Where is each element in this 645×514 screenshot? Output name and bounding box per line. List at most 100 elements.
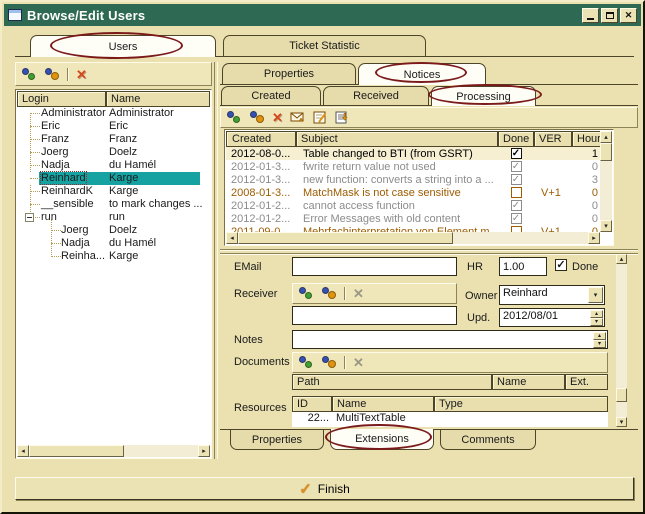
tree-row[interactable]: Nadja du Hamél: [17, 159, 210, 172]
tab-processing[interactable]: Processing: [431, 86, 536, 106]
tree-row[interactable]: Franz Franz: [17, 133, 210, 146]
delete-document-icon[interactable]: ✕: [353, 356, 364, 369]
tree-row[interactable]: Reinhard Karge: [17, 172, 210, 185]
scroll-right-icon[interactable]: ▸: [588, 232, 600, 244]
maximize-button[interactable]: [601, 8, 618, 23]
tree-row[interactable]: Administrator Administrator: [17, 107, 210, 120]
scroll-down-icon[interactable]: ▾: [616, 417, 627, 427]
spin-down-icon[interactable]: ▾: [593, 340, 606, 348]
scroll-up-icon[interactable]: ▴: [600, 131, 612, 143]
col-subject[interactable]: Subject: [296, 131, 498, 147]
col-hours[interactable]: Hours: [572, 131, 602, 147]
table-row[interactable]: 2012-01-2... cannot access function ✓ 0: [226, 199, 602, 212]
col-res-name[interactable]: Name: [332, 396, 434, 412]
delete-user-icon[interactable]: ✕: [76, 68, 87, 81]
scroll-thumb[interactable]: [616, 388, 627, 402]
collapse-icon[interactable]: [25, 213, 34, 222]
tab-properties-right[interactable]: Properties: [222, 63, 356, 84]
pick-user-icon[interactable]: [44, 68, 60, 81]
col-created[interactable]: Created: [226, 131, 296, 147]
pick-receiver-icon[interactable]: [321, 287, 337, 300]
table-row[interactable]: 2008-01-3... MatchMask is not case sensi…: [226, 186, 602, 199]
tree-column-login[interactable]: Login: [17, 91, 106, 107]
scroll-left-icon[interactable]: ◂: [17, 445, 29, 457]
tree-row[interactable]: Joerg Doelz: [17, 224, 210, 237]
tree-column-name[interactable]: Name: [106, 91, 210, 107]
finish-button[interactable]: ✓ Finish: [15, 477, 634, 500]
tab-extensions[interactable]: Extensions: [330, 429, 434, 450]
scroll-thumb[interactable]: [29, 445, 124, 457]
notices-hscrollbar[interactable]: ◂ ▸: [226, 232, 600, 244]
form-vscrollbar[interactable]: ▴ ▾: [616, 254, 627, 427]
hr-field[interactable]: [499, 257, 547, 276]
scroll-up-icon[interactable]: ▴: [616, 254, 627, 264]
close-button[interactable]: ✕: [620, 8, 637, 23]
resource-row[interactable]: 22... MultiTextTable: [292, 412, 608, 425]
tree-row[interactable]: run run: [17, 211, 210, 224]
minimize-button[interactable]: [582, 8, 599, 23]
tree-row[interactable]: ReinhardK Karge: [17, 185, 210, 198]
tab-properties-bottom[interactable]: Properties: [230, 430, 324, 450]
delete-receiver-icon[interactable]: ✕: [353, 287, 364, 300]
tab-ticket-statistic[interactable]: Ticket Statistic: [223, 35, 426, 56]
col-ext[interactable]: Ext.: [565, 374, 608, 390]
scroll-right-icon[interactable]: ▸: [198, 445, 210, 457]
tab-created[interactable]: Created: [221, 86, 321, 105]
table-row[interactable]: 2012-01-3... new function: converts a st…: [226, 173, 602, 186]
notices-vscrollbar[interactable]: ▴ ▾: [600, 131, 612, 232]
receiver-field[interactable]: [292, 306, 457, 325]
mail-icon[interactable]: [290, 111, 306, 124]
spin-up-icon[interactable]: ▴: [593, 332, 606, 340]
tree-row[interactable]: Eric Eric: [17, 120, 210, 133]
col-doc-name[interactable]: Name: [492, 374, 565, 390]
report-icon[interactable]: [335, 111, 350, 124]
pick-document-icon[interactable]: [321, 356, 337, 369]
done-checkbox[interactable]: ✓: [555, 259, 567, 271]
table-row[interactable]: 2012-08-0... Table changed to BTI (from …: [226, 147, 602, 160]
done-checkbox[interactable]: ✓: [511, 174, 522, 185]
tree-row[interactable]: Joerg Doelz: [17, 146, 210, 159]
scroll-track[interactable]: [453, 232, 588, 244]
done-checkbox[interactable]: ✓: [511, 148, 522, 159]
notice-form-splitter[interactable]: [220, 249, 638, 254]
spin-down-icon[interactable]: ▾: [590, 318, 603, 326]
table-row[interactable]: 2012-01-3... fwrite return value not use…: [226, 160, 602, 173]
col-ver[interactable]: VER: [534, 131, 572, 147]
add-notice-icon[interactable]: [226, 111, 242, 124]
col-done[interactable]: Done: [498, 131, 534, 147]
add-user-icon[interactable]: [21, 68, 37, 81]
done-checkbox[interactable]: ✓: [511, 161, 522, 172]
notes-scroll[interactable]: ▴ ▾: [593, 332, 606, 347]
notes-field[interactable]: ▴ ▾: [292, 330, 608, 349]
add-document-icon[interactable]: [298, 356, 314, 369]
scroll-thumb[interactable]: [238, 232, 453, 244]
scroll-left-icon[interactable]: ◂: [226, 232, 238, 244]
tree-row[interactable]: Nadja du Hamél: [17, 237, 210, 250]
chevron-down-icon[interactable]: ▾: [588, 287, 603, 303]
edit-notice-icon[interactable]: [313, 111, 328, 124]
spin-up-icon[interactable]: ▴: [590, 310, 603, 318]
tab-users[interactable]: Users: [30, 35, 216, 57]
scroll-down-icon[interactable]: ▾: [600, 220, 612, 232]
tab-received[interactable]: Received: [323, 86, 429, 105]
scroll-thumb[interactable]: [600, 143, 612, 161]
tab-comments[interactable]: Comments: [440, 430, 536, 450]
upd-spinner[interactable]: ▴ ▾: [590, 310, 603, 325]
col-type[interactable]: Type: [434, 396, 608, 412]
tree-hscrollbar[interactable]: ◂ ▸: [17, 445, 210, 457]
tree-row[interactable]: Reinha... Karge: [17, 250, 210, 263]
owner-combobox[interactable]: Reinhard ▾: [499, 285, 605, 305]
tab-notices[interactable]: Notices: [358, 63, 486, 85]
col-path[interactable]: Path: [292, 374, 492, 390]
add-receiver-icon[interactable]: [298, 287, 314, 300]
col-id[interactable]: ID: [292, 396, 332, 412]
table-row[interactable]: 2011-09-0... Mehrfachinterpretation von …: [226, 225, 602, 232]
upd-field[interactable]: 2012/08/01 ▴ ▾: [499, 308, 605, 327]
panel-splitter[interactable]: [214, 62, 218, 459]
email-field[interactable]: [292, 257, 457, 276]
delete-notice-icon[interactable]: ✕: [272, 111, 283, 124]
pick-notice-icon[interactable]: [249, 111, 265, 124]
tree-row[interactable]: __sensible to mark changes ...: [17, 198, 210, 211]
table-row[interactable]: 2012-01-2... Error Messages with old con…: [226, 212, 602, 225]
scroll-track[interactable]: [124, 445, 198, 457]
